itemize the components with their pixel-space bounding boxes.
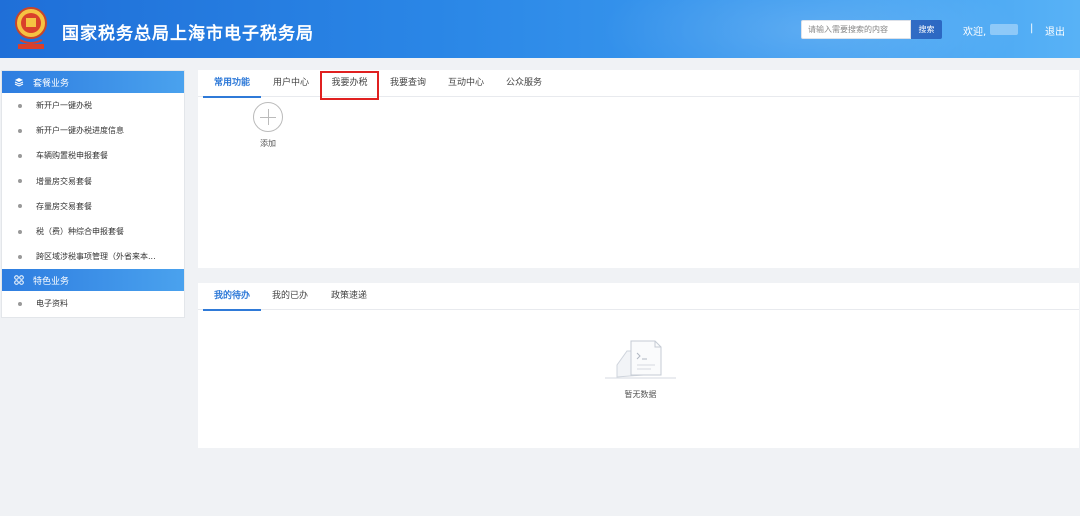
tab-query[interactable]: 我要查询 [379,70,437,97]
sidebar-item-label: 税（费）种综合申报套餐 [36,227,124,237]
search-input[interactable] [801,20,911,39]
highlight-box [320,71,379,100]
tab-my-todo[interactable]: 我的待办 [203,283,261,311]
top-tab-bar: 常用功能 用户中心 我要办税 我要查询 互动中心 公众服务 [198,70,1079,100]
tab-public-service[interactable]: 公众服务 [495,70,553,97]
sidebar: 套餐业务 新开户一键办税 新开户一键办税进度信息 车辆购置税申报套餐 增量房交易… [1,70,185,318]
username-redacted [990,24,1018,35]
sidebar-item-label: 新开户一键办税 [36,101,92,111]
bullet-icon [18,301,22,306]
tab-interaction-center[interactable]: 互动中心 [437,70,495,97]
grid-icon [14,275,24,286]
bottom-tab-bar: 我的待办 我的已办 政策速递 [198,283,1079,311]
sidebar-item-label: 车辆购置税申报套餐 [36,151,108,161]
sidebar-item[interactable]: 增量房交易套餐 [2,169,184,194]
sidebar-item[interactable]: 车辆购置税申报套餐 [2,143,184,168]
bullet-icon [18,229,22,234]
sidebar-group-package[interactable]: 套餐业务 [2,71,184,93]
bullet-icon [18,153,22,158]
sidebar-item-label: 新开户一键办税进度信息 [36,126,124,136]
tab-policy-express[interactable]: 政策速递 [319,283,379,310]
tax-emblem-logo [15,7,47,49]
empty-state: 暂无数据 [603,335,678,400]
sidebar-item[interactable]: 新开户一键办税进度信息 [2,118,184,143]
sidebar-item[interactable]: 存量房交易套餐 [2,194,184,219]
bullet-icon [18,254,22,259]
plus-circle-icon [253,102,283,132]
empty-state-text: 暂无数据 [624,390,657,399]
header-separator: | [1030,23,1034,34]
search-button[interactable]: 搜索 [911,20,942,39]
bullet-icon [18,103,22,108]
empty-document-icon [605,340,676,379]
app-header: 国家税务总局上海市电子税务局 搜索 欢迎, | 退出 [0,0,1080,58]
welcome-text: 欢迎, [963,27,987,38]
tab-my-done[interactable]: 我的已办 [261,283,319,310]
add-function-button[interactable]: 添加 [252,102,284,149]
sidebar-group-special[interactable]: 特色业务 [2,269,184,292]
sidebar-group-title: 特色业务 [33,276,70,287]
sidebar-item-label: 存量房交易套餐 [36,201,92,211]
sidebar-item[interactable]: 跨区域涉税事项管理（外省来本... [2,244,184,269]
sidebar-item-label: 增量房交易套餐 [36,176,92,186]
sidebar-item[interactable]: 新开户一键办税 [2,93,184,118]
bullet-icon [18,128,22,133]
sidebar-group-title: 套餐业务 [33,78,70,89]
layers-icon [14,78,24,87]
tab-user-center[interactable]: 用户中心 [261,70,321,97]
common-functions-panel: 常用功能 用户中心 我要办税 我要查询 互动中心 公众服务 添加 [198,70,1079,268]
bullet-icon [18,204,22,209]
sidebar-item[interactable]: 电子资料 [2,291,184,316]
todo-panel: 我的待办 我的已办 政策速递 暂无数据 [198,283,1079,448]
site-title: 国家税务总局上海市电子税务局 [62,24,314,44]
sidebar-item-label: 跨区域涉税事项管理（外省来本... [36,252,156,262]
tab-common-functions[interactable]: 常用功能 [203,70,261,98]
sidebar-item-label: 电子资料 [36,299,68,309]
add-label: 添加 [260,139,276,148]
bullet-icon [18,179,22,184]
logout-link[interactable]: 退出 [1045,23,1065,38]
sidebar-item[interactable]: 税（费）种综合申报套餐 [2,219,184,244]
